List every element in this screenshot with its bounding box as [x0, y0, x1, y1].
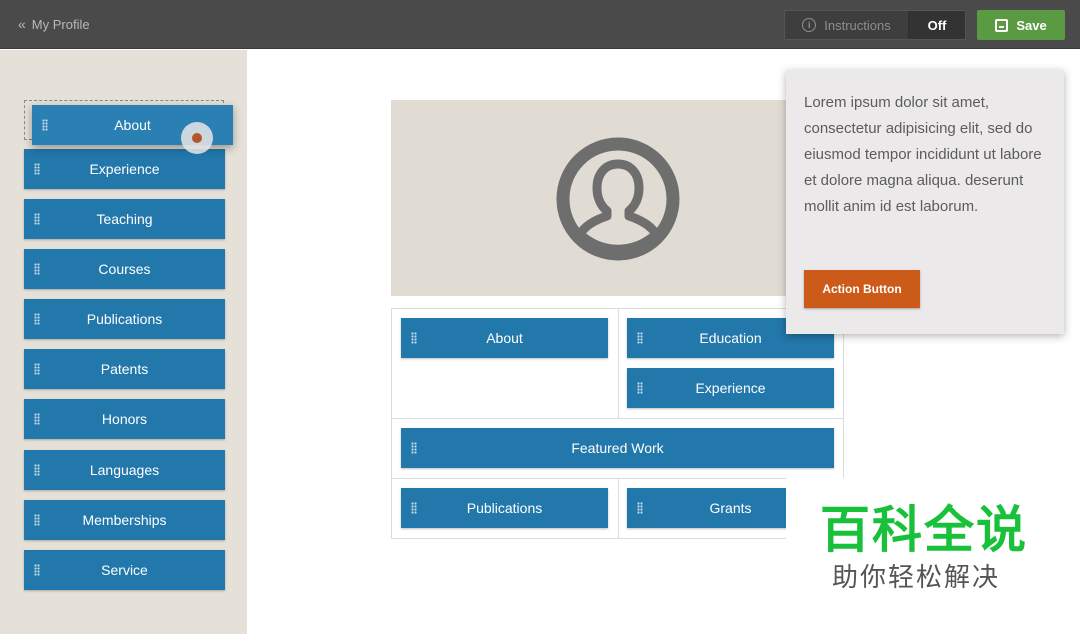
instructions-state[interactable]: Off [909, 11, 965, 39]
drag-handle-icon[interactable] [34, 564, 40, 576]
sidebar-item-honors[interactable]: Honors [24, 399, 225, 439]
layout-block-about[interactable]: About [401, 318, 608, 358]
save-label: Save [1016, 17, 1047, 33]
sidebar-item-service[interactable]: Service [24, 550, 225, 590]
sidebar-item-label: Service [101, 562, 148, 578]
layout-block-featured-work[interactable]: Featured Work [401, 428, 834, 468]
instructions-toggle[interactable]: i Instructions Off [784, 10, 966, 40]
sidebar-item-label: Honors [101, 411, 148, 427]
sidebar-item-experience[interactable]: Experience [24, 149, 225, 189]
instructions-label-group[interactable]: i Instructions [785, 11, 909, 39]
grid-divider [391, 418, 844, 419]
layout-block-label: Education [699, 330, 762, 346]
instructions-label: Instructions [824, 17, 891, 33]
layout-block-label: About [486, 330, 523, 346]
drag-handle-icon[interactable] [637, 382, 643, 394]
info-icon: i [802, 18, 817, 32]
drag-handle-icon[interactable] [637, 332, 643, 344]
user-avatar-icon [556, 137, 680, 261]
layout-block-experience[interactable]: Experience [627, 368, 834, 408]
sidebar-item-teaching[interactable]: Teaching [24, 199, 225, 239]
sidebar-item-patents[interactable]: Patents [24, 349, 225, 389]
layout-block-label: Grants [709, 500, 752, 516]
double-chevron-left-icon: « [18, 16, 26, 32]
profile-image-placeholder[interactable] [391, 100, 844, 296]
sidebar-item-label: Patents [100, 361, 149, 377]
layout-block-label: Featured Work [571, 440, 664, 456]
save-icon [995, 18, 1009, 32]
drag-handle-icon[interactable] [34, 413, 40, 425]
sidebar-item-label: Experience [89, 161, 160, 177]
grid-divider [618, 308, 619, 418]
drag-handle-icon[interactable] [42, 119, 48, 131]
layout-block-label: Experience [695, 380, 766, 396]
watermark-title: 百科全说 [820, 502, 1028, 558]
back-link-label: My Profile [31, 16, 90, 32]
sidebar-item-label: Languages [89, 462, 160, 478]
drag-handle-icon[interactable] [34, 213, 40, 225]
drag-handle-icon[interactable] [34, 464, 40, 476]
popover-text: Lorem ipsum dolor sit amet, consectetur … [804, 94, 1042, 215]
sidebar-item-courses[interactable]: Courses [24, 249, 225, 289]
instruction-popover: Lorem ipsum dolor sit amet, consectetur … [786, 70, 1064, 334]
sidebar-item-label: Memberships [82, 512, 167, 528]
layout-block-publications[interactable]: Publications [401, 488, 608, 528]
drag-cursor-indicator [181, 122, 213, 154]
dragging-item-label: About [114, 117, 151, 133]
drag-handle-icon[interactable] [411, 332, 417, 344]
drag-handle-icon[interactable] [411, 502, 417, 514]
drag-handle-icon[interactable] [34, 514, 40, 526]
drag-handle-icon[interactable] [637, 502, 643, 514]
save-button[interactable]: Save [977, 10, 1065, 40]
sidebar-item-label: Publications [86, 311, 163, 327]
drag-handle-icon[interactable] [34, 263, 40, 275]
drag-handle-icon[interactable] [34, 163, 40, 175]
layout-block-label: Publications [466, 500, 543, 516]
drag-handle-icon[interactable] [411, 442, 417, 454]
sidebar-item-languages[interactable]: Languages [24, 450, 225, 490]
watermark-subtitle: 助你轻松解决 [832, 562, 1001, 592]
sidebar-item-label: Courses [98, 261, 151, 277]
sidebar-item-memberships[interactable]: Memberships [24, 500, 225, 540]
drag-handle-icon[interactable] [34, 363, 40, 375]
sidebar-item-publications[interactable]: Publications [24, 299, 225, 339]
action-button[interactable]: Action Button [804, 270, 920, 308]
grid-divider [618, 478, 619, 539]
sidebar-item-label: Teaching [96, 211, 153, 227]
top-bar: « My Profile i Instructions Off Save [0, 0, 1080, 49]
back-link[interactable]: « My Profile [18, 16, 90, 32]
drag-handle-icon[interactable] [34, 313, 40, 325]
